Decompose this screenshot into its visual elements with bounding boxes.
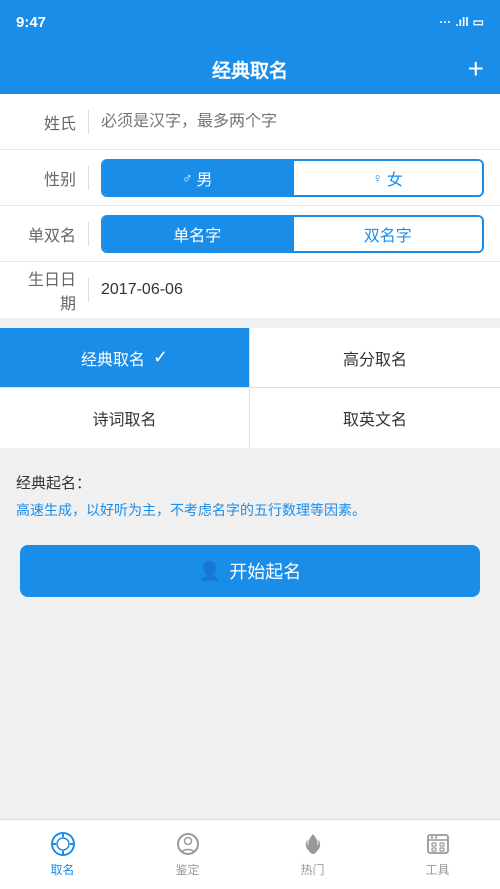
highscore-label: 高分取名 — [343, 346, 407, 370]
female-label: 女 — [387, 166, 403, 190]
gender-male-btn[interactable]: ♂ 男 — [103, 161, 292, 195]
divider2 — [88, 166, 89, 190]
form-section: 姓氏 性别 ♂ 男 ♀ 女 单双名 — [0, 94, 500, 318]
english-naming-btn[interactable]: 取英文名 — [250, 388, 500, 448]
female-icon: ♀ — [372, 170, 383, 186]
nav-naming[interactable]: 取名 — [0, 820, 125, 889]
status-bar: 9:47 ··· .ıll ▭ — [0, 0, 500, 44]
main-content: 姓氏 性别 ♂ 男 ♀ 女 单双名 — [0, 94, 500, 617]
appraise-icon — [175, 831, 201, 857]
classic-naming-btn[interactable]: 经典取名 ✓ — [0, 328, 250, 388]
tools-label: 工具 — [425, 861, 449, 878]
nav-hot[interactable]: 热门 — [250, 820, 375, 889]
single-label: 单名字 — [173, 222, 221, 246]
bottom-nav: 取名 鉴定 热门 工具 — [0, 819, 500, 889]
divider4 — [88, 278, 89, 302]
appraise-label: 鉴定 — [175, 861, 199, 878]
status-icons: ··· .ıll ▭ — [439, 15, 484, 29]
birthday-value: 2017-06-06 — [101, 281, 183, 299]
divider3 — [88, 222, 89, 246]
status-time: 9:47 — [16, 14, 46, 31]
desc-text: 高速生成，以好听为主，不考虑名字的五行数理等因素。 — [16, 499, 484, 521]
nav-tools[interactable]: 工具 — [375, 820, 500, 889]
double-name-btn[interactable]: 双名字 — [292, 217, 483, 251]
double-label: 双名字 — [364, 222, 412, 246]
start-naming-button[interactable]: 👤 开始起名 — [20, 545, 480, 597]
birthday-row[interactable]: 生日日期 2017-06-06 — [0, 262, 500, 318]
gender-row: 性别 ♂ 男 ♀ 女 — [0, 150, 500, 206]
naming-icon — [50, 831, 76, 857]
surname-input[interactable] — [101, 113, 484, 131]
gender-female-btn[interactable]: ♀ 女 — [292, 161, 483, 195]
hot-label: 热门 — [300, 861, 324, 878]
classic-check: ✓ — [153, 347, 168, 368]
highscore-naming-btn[interactable]: 高分取名 — [250, 328, 500, 388]
name-mode-grid: 经典取名 ✓ 高分取名 诗词取名 取英文名 — [0, 328, 500, 448]
tools-icon — [425, 831, 451, 857]
person-icon: 👤 — [199, 561, 221, 582]
signal-bars: .ıll — [455, 15, 468, 29]
name-type-toggle: 单名字 双名字 — [101, 215, 484, 253]
male-icon: ♂ — [182, 170, 193, 186]
battery-icon: ▭ — [473, 15, 484, 29]
desc-title: 经典起名： — [16, 472, 484, 493]
description-section: 经典起名： 高速生成，以好听为主，不考虑名字的五行数理等因素。 — [0, 458, 500, 535]
poetry-label: 诗词取名 — [92, 406, 156, 430]
male-label: 男 — [196, 166, 212, 190]
naming-label: 取名 — [50, 861, 74, 878]
name-mode-section: 经典取名 ✓ 高分取名 诗词取名 取英文名 — [0, 328, 500, 448]
birthday-label: 生日日期 — [16, 266, 76, 314]
poetry-naming-btn[interactable]: 诗词取名 — [0, 388, 250, 448]
name-type-row: 单双名 单名字 双名字 — [0, 206, 500, 262]
signal-dots: ··· — [439, 15, 451, 29]
app-header: 经典取名 + — [0, 44, 500, 94]
gender-label: 性别 — [16, 166, 76, 190]
header-title: 经典取名 — [212, 56, 288, 83]
surname-label: 姓氏 — [16, 110, 76, 134]
single-name-btn[interactable]: 单名字 — [103, 217, 292, 251]
nav-appraise[interactable]: 鉴定 — [125, 820, 250, 889]
start-btn-label: 开始起名 — [229, 558, 301, 584]
hot-icon — [300, 831, 326, 857]
surname-row: 姓氏 — [0, 94, 500, 150]
gender-toggle: ♂ 男 ♀ 女 — [101, 159, 484, 197]
name-type-label: 单双名 — [16, 222, 76, 246]
classic-label: 经典取名 — [81, 346, 145, 370]
start-btn-section: 👤 开始起名 — [0, 535, 500, 617]
add-button[interactable]: + — [468, 55, 484, 83]
divider — [88, 110, 89, 134]
english-label: 取英文名 — [343, 406, 407, 430]
